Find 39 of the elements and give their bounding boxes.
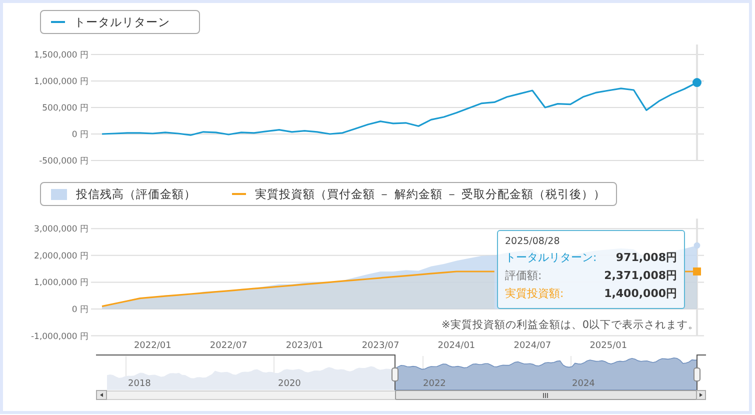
- axis-label: -1,000,000 円: [30, 332, 89, 342]
- axis-label: 3,000,000 円: [34, 224, 89, 235]
- point-marker: [692, 78, 702, 88]
- axis-label: 2023/01: [286, 340, 324, 351]
- axis-label: 2022/01: [134, 340, 172, 351]
- axis-label: 2024/07: [514, 340, 552, 351]
- axis-label: 2024/01: [438, 340, 476, 351]
- axis-label: 0 円: [72, 305, 89, 315]
- axis-label: 2025/01: [590, 340, 628, 351]
- axis-label: 0 円: [72, 130, 89, 140]
- axis-label: 2020: [278, 379, 301, 389]
- axis-label: 2,000,000 円: [34, 251, 89, 262]
- footnote: ※実質投資額の利益金額は、0以下で表示されます。: [442, 319, 699, 331]
- tooltip-date: 2025/08/28: [505, 236, 561, 247]
- range-handle[interactable]: [694, 368, 700, 382]
- axis-label: 1,500,000 円: [34, 50, 89, 60]
- axis-label: 2022/07: [210, 340, 248, 351]
- axis-label: 500,000 円: [42, 104, 89, 114]
- tooltip-label: 評価額:: [505, 268, 542, 283]
- tooltip-label: トータルリターン:: [505, 250, 597, 265]
- scrollbar-thumb[interactable]: [395, 390, 697, 400]
- tooltip-value: 2,371,008円: [604, 268, 677, 283]
- scroll-right-button[interactable]: [696, 390, 706, 400]
- legend-label[interactable]: 投信残高（評価金額）: [76, 186, 196, 202]
- axis-label: 2023/07: [362, 340, 400, 351]
- axis-label: 2024: [572, 379, 595, 389]
- range-handle[interactable]: [392, 368, 398, 382]
- scroll-left-button[interactable]: [96, 390, 107, 400]
- tooltip-value: 971,008円: [616, 250, 677, 265]
- point-marker: [693, 267, 701, 276]
- tooltip-value: 1,400,000円: [604, 286, 677, 301]
- tooltip-label: 実質投資額:: [505, 286, 564, 301]
- legend-label[interactable]: トータルリターン: [74, 14, 170, 30]
- axis-label: 2022: [423, 379, 446, 389]
- legend-label[interactable]: 実質投資額（買付金額 － 解約金額 － 受取分配金額（税引後））: [255, 186, 606, 202]
- axis-label: 1,000,000 円: [34, 278, 89, 288]
- axis-label: 2018: [128, 379, 151, 389]
- axis-label: -500,000 円: [39, 156, 89, 166]
- axis-label: 1,000,000 円: [34, 77, 89, 87]
